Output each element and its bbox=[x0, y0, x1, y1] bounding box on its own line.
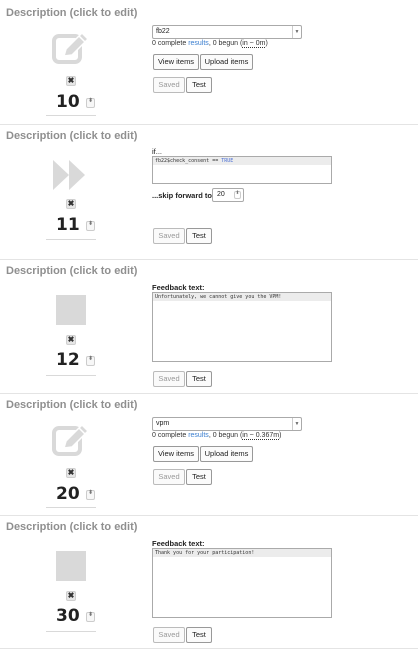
view-items-button[interactable]: View items bbox=[153, 54, 199, 70]
condition-editor[interactable]: fb22$check_consent == TRUE bbox=[152, 156, 332, 184]
skip-label: ...skip forward to bbox=[152, 191, 213, 200]
saved-button[interactable]: Saved bbox=[153, 77, 185, 93]
skip-forward-icon bbox=[50, 159, 92, 198]
saved-button[interactable]: Saved bbox=[153, 469, 185, 485]
upload-items-button[interactable]: Upload items bbox=[200, 446, 253, 462]
survey-select[interactable]: fb22 ▼ bbox=[152, 25, 302, 39]
blank-icon bbox=[50, 294, 92, 331]
survey-select[interactable]: vpm ▼ bbox=[152, 417, 302, 431]
edit-icon bbox=[50, 31, 92, 73]
position-spinner-icon[interactable]: ⬍ bbox=[86, 356, 95, 366]
blank-icon bbox=[50, 550, 92, 587]
skip-target-input[interactable]: 20 ⬍ bbox=[212, 188, 244, 202]
survey-stats: 0 complete results, 0 begun (in ~ 0m) bbox=[152, 40, 268, 48]
test-button[interactable]: Test bbox=[186, 627, 212, 643]
unit-position[interactable]: 10 ⬍ bbox=[46, 92, 96, 112]
saved-button[interactable]: Saved bbox=[153, 371, 185, 387]
results-link[interactable]: results bbox=[188, 432, 209, 439]
position-spinner-icon[interactable]: ⬍ bbox=[86, 612, 95, 622]
saved-button[interactable]: Saved bbox=[153, 627, 185, 643]
feedback-textarea[interactable]: Thank you for your participation! bbox=[152, 548, 332, 618]
unit-position[interactable]: 20 ⬍ bbox=[46, 484, 96, 504]
feedback-label: Feedback text: bbox=[152, 283, 205, 292]
chevron-down-icon: ▼ bbox=[292, 26, 301, 38]
saved-button[interactable]: Saved bbox=[153, 228, 185, 244]
test-button[interactable]: Test bbox=[186, 469, 212, 485]
chevron-down-icon: ▼ bbox=[292, 418, 301, 430]
unit-description[interactable]: Description (click to edit) bbox=[6, 521, 137, 533]
upload-items-button[interactable]: Upload items bbox=[200, 54, 253, 70]
position-spinner-icon[interactable]: ⬍ bbox=[86, 221, 95, 231]
edit-icon bbox=[50, 423, 92, 465]
unit-position[interactable]: 30 ⬍ bbox=[46, 606, 96, 626]
delete-unit-button[interactable]: ✖ bbox=[66, 335, 76, 345]
survey-stats: 0 complete results, 0 begun (in ~ 0.367m… bbox=[152, 432, 282, 440]
unit-description[interactable]: Description (click to edit) bbox=[6, 265, 137, 277]
unit-position[interactable]: 12 ⬍ bbox=[46, 350, 96, 370]
unit-description[interactable]: Description (click to edit) bbox=[6, 7, 137, 19]
unit-description[interactable]: Description (click to edit) bbox=[6, 399, 137, 411]
test-button[interactable]: Test bbox=[186, 77, 212, 93]
skip-spinner-icon[interactable]: ⬍ bbox=[234, 191, 241, 199]
position-spinner-icon[interactable]: ⬍ bbox=[86, 490, 95, 500]
if-label: if... bbox=[152, 147, 163, 156]
delete-unit-button[interactable]: ✖ bbox=[66, 199, 76, 209]
test-button[interactable]: Test bbox=[186, 371, 212, 387]
delete-unit-button[interactable]: ✖ bbox=[66, 468, 76, 478]
test-button[interactable]: Test bbox=[186, 228, 212, 244]
delete-unit-button[interactable]: ✖ bbox=[66, 591, 76, 601]
unit-description[interactable]: Description (click to edit) bbox=[6, 130, 137, 142]
feedback-textarea[interactable]: Unfortunately, we cannot give you the VP… bbox=[152, 292, 332, 362]
feedback-label: Feedback text: bbox=[152, 539, 205, 548]
results-link[interactable]: results bbox=[188, 40, 209, 47]
unit-position[interactable]: 11 ⬍ bbox=[46, 215, 96, 235]
view-items-button[interactable]: View items bbox=[153, 446, 199, 462]
position-spinner-icon[interactable]: ⬍ bbox=[86, 98, 95, 108]
delete-unit-button[interactable]: ✖ bbox=[66, 76, 76, 86]
